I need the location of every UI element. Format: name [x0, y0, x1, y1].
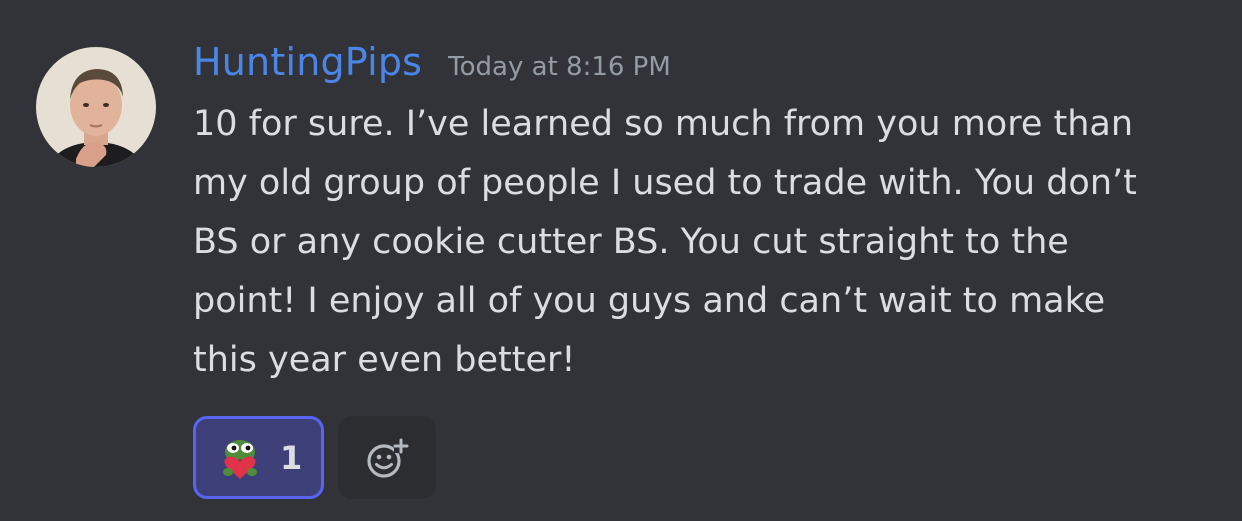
message-line: my old group of people I used to trade w…	[193, 163, 1137, 203]
reaction-count: 1	[280, 438, 303, 477]
pepe-heart-icon	[223, 439, 257, 479]
message-content: HuntingPips Today at 8:16 PM 10 for sure…	[193, 40, 1223, 390]
username[interactable]: HuntingPips	[193, 40, 422, 84]
add-reaction-icon	[367, 438, 409, 478]
user-avatar-icon	[36, 47, 156, 167]
chat-message: HuntingPips Today at 8:16 PM 10 for sure…	[0, 0, 1242, 521]
message-line: BS or any cookie cutter BS. You cut stra…	[193, 222, 1069, 262]
message-line: point! I enjoy all of you guys and can’t…	[193, 281, 1106, 321]
avatar[interactable]	[36, 47, 156, 167]
message-header: HuntingPips Today at 8:16 PM	[193, 40, 1223, 92]
reaction-pepe-heart[interactable]: 1	[193, 416, 324, 499]
message-line: 10 for sure. I’ve learned so much from y…	[193, 104, 1134, 144]
reactions-bar: 1	[193, 416, 436, 499]
timestamp[interactable]: Today at 8:16 PM	[448, 52, 671, 82]
message-line: this year even better!	[193, 340, 576, 380]
add-reaction-button[interactable]	[338, 416, 436, 499]
message-body: 10 for sure. I’ve learned so much from y…	[193, 95, 1223, 390]
